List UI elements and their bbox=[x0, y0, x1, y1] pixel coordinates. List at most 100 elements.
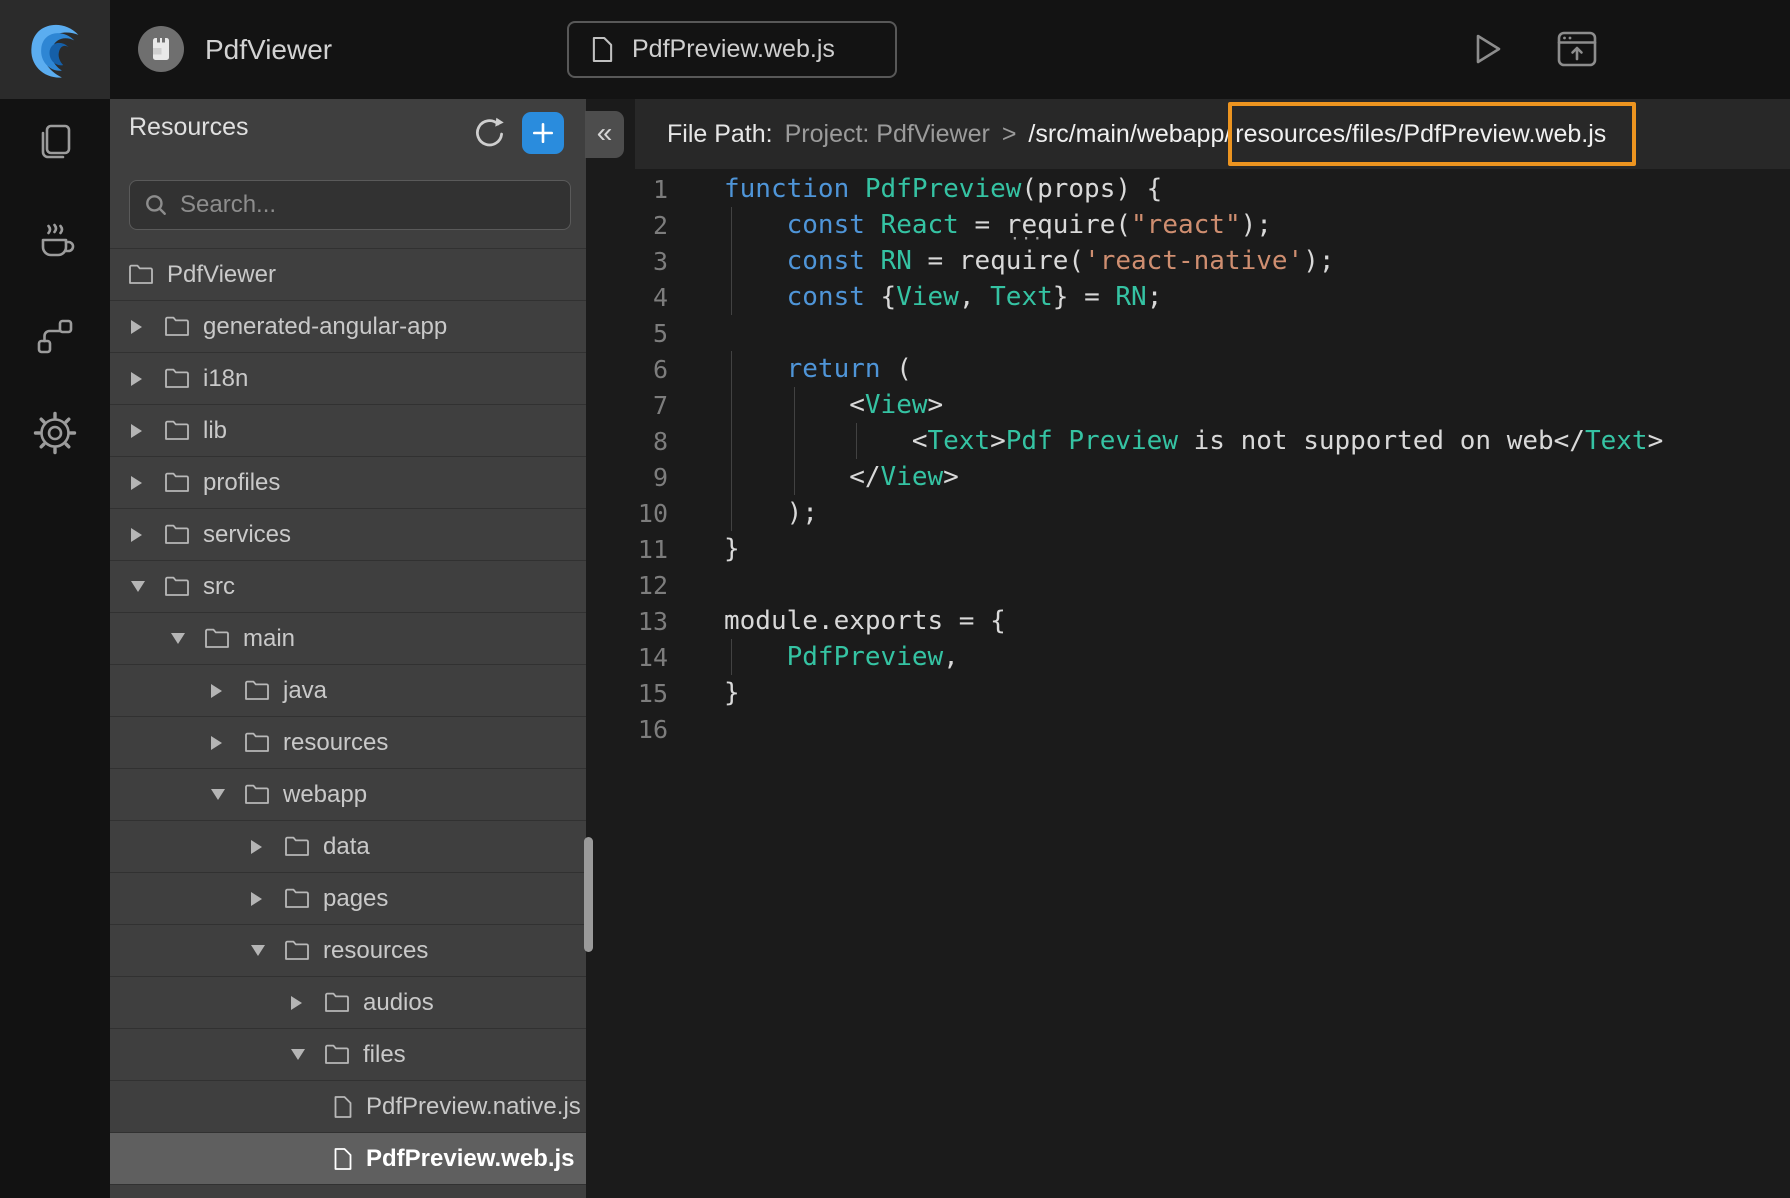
settings-gear-icon bbox=[33, 411, 77, 455]
code-line[interactable]: 3 const RN = require('react-native'); bbox=[586, 243, 1790, 279]
folder-icon bbox=[164, 472, 190, 493]
code-line[interactable]: 7 <View> bbox=[586, 387, 1790, 423]
tree-row[interactable]: webapp bbox=[110, 769, 586, 821]
indent-guide bbox=[731, 459, 732, 495]
tree-row[interactable]: PdfPreview.web.js bbox=[110, 1133, 586, 1185]
file-icon bbox=[333, 1147, 353, 1171]
code-editor[interactable]: 1function PdfPreview(props) {2 const Rea… bbox=[586, 169, 1790, 1198]
chevron-down-icon[interactable] bbox=[251, 945, 284, 956]
tree-item-label: profiles bbox=[203, 469, 280, 497]
publish-button[interactable] bbox=[1554, 26, 1600, 72]
chevron-down-icon[interactable] bbox=[171, 633, 204, 644]
chevron-right-icon[interactable] bbox=[291, 996, 324, 1010]
add-resource-button[interactable] bbox=[522, 112, 564, 154]
line-number: 13 bbox=[586, 607, 680, 636]
code-line[interactable]: 11} bbox=[586, 531, 1790, 567]
folder-icon bbox=[164, 576, 190, 597]
resource-tree: PdfViewergenerated-angular-appi18nlib pro… bbox=[110, 248, 586, 1198]
tree-row[interactable]: generated-angular-app bbox=[110, 301, 586, 353]
sidebar-item-documents[interactable] bbox=[33, 120, 77, 164]
tree-row[interactable]: audios bbox=[110, 977, 586, 1029]
chevron-right-icon[interactable] bbox=[211, 736, 244, 750]
wave-logo-icon bbox=[22, 17, 88, 83]
line-number: 1 bbox=[586, 175, 680, 204]
code-line[interactable]: 16 bbox=[586, 711, 1790, 747]
code-line[interactable]: 15} bbox=[586, 675, 1790, 711]
refresh-button[interactable] bbox=[471, 114, 509, 152]
sidebar-item-java[interactable] bbox=[33, 217, 77, 261]
tree-row[interactable]: profiles bbox=[110, 457, 586, 509]
code-line[interactable]: 6 return ( bbox=[586, 351, 1790, 387]
code-line[interactable]: 5 bbox=[586, 315, 1790, 351]
tree-row[interactable]: resources bbox=[110, 717, 586, 769]
tree-item-label: audios bbox=[363, 989, 434, 1017]
indent-guide bbox=[731, 279, 732, 315]
code-line[interactable]: 9 </View> bbox=[586, 459, 1790, 495]
chevron-right-icon[interactable] bbox=[251, 840, 284, 854]
tree-row[interactable]: data bbox=[110, 821, 586, 873]
editor-area: File Path: Project: PdfViewer > /src/mai… bbox=[586, 99, 1790, 1198]
line-number: 2 bbox=[586, 211, 680, 240]
search-box bbox=[129, 180, 571, 230]
chevron-right-icon[interactable] bbox=[131, 424, 164, 438]
tree-row[interactable]: PdfViewer bbox=[110, 249, 586, 301]
chevron-down-icon[interactable] bbox=[211, 789, 244, 800]
code-text: module.exports = { bbox=[680, 603, 1790, 639]
code-text bbox=[680, 315, 1790, 351]
code-text: const {View, Text} = RN; bbox=[680, 279, 1790, 315]
sidebar-item-flows[interactable] bbox=[33, 314, 77, 358]
sidebar-item-settings[interactable] bbox=[33, 411, 77, 455]
code-line[interactable]: 2 const React = require("react"); bbox=[586, 207, 1790, 243]
run-button[interactable] bbox=[1466, 29, 1506, 69]
indent-guide bbox=[794, 459, 795, 495]
tree-scrollbar-thumb[interactable] bbox=[584, 837, 593, 952]
topbar: PdfViewer PdfPreview.web.js bbox=[0, 0, 1790, 99]
line-number: 15 bbox=[586, 679, 680, 708]
folder-icon bbox=[284, 836, 310, 857]
tree-row[interactable]: src bbox=[110, 561, 586, 613]
documents-icon bbox=[33, 120, 77, 164]
folder-icon bbox=[284, 888, 310, 909]
code-line[interactable]: 14 PdfPreview, bbox=[586, 639, 1790, 675]
chevron-right-icon[interactable] bbox=[131, 372, 164, 386]
tree-row[interactable]: lib bbox=[110, 405, 586, 457]
code-line[interactable]: 4 const {View, Text} = RN; bbox=[586, 279, 1790, 315]
tree-row[interactable]: pages bbox=[110, 873, 586, 925]
folder-icon bbox=[164, 316, 190, 337]
tree-row[interactable]: main bbox=[110, 613, 586, 665]
code-line[interactable]: 1function PdfPreview(props) { bbox=[586, 171, 1790, 207]
chevron-right-icon[interactable] bbox=[131, 528, 164, 542]
search-icon bbox=[144, 193, 168, 217]
tree-item-label: main bbox=[243, 625, 295, 653]
chevron-right-icon[interactable] bbox=[251, 892, 284, 906]
indent-guide bbox=[794, 423, 795, 459]
code-line[interactable]: 13module.exports = { bbox=[586, 603, 1790, 639]
refresh-icon bbox=[471, 114, 509, 152]
open-file-tab[interactable]: PdfPreview.web.js bbox=[567, 21, 897, 78]
tree-row[interactable]: java bbox=[110, 665, 586, 717]
chevron-down-icon[interactable] bbox=[291, 1049, 324, 1060]
chevron-right-icon[interactable] bbox=[131, 320, 164, 334]
left-icon-rail bbox=[0, 99, 110, 1198]
product-logo[interactable] bbox=[0, 0, 110, 99]
line-number: 12 bbox=[586, 571, 680, 600]
page-title: PdfViewer bbox=[205, 0, 332, 99]
tree-row[interactable]: services bbox=[110, 509, 586, 561]
collapse-panel-button[interactable]: « bbox=[585, 111, 624, 158]
tree-row[interactable]: files bbox=[110, 1029, 586, 1081]
code-line[interactable]: 10 ); bbox=[586, 495, 1790, 531]
code-text: ); bbox=[680, 495, 1790, 531]
file-path-label: File Path: bbox=[667, 120, 773, 149]
folder-icon bbox=[324, 1044, 350, 1065]
tree-row[interactable]: i18n bbox=[110, 353, 586, 405]
code-line[interactable]: 8 <Text>Pdf Preview is not supported on … bbox=[586, 423, 1790, 459]
tree-row[interactable]: PdfPreview.native.js bbox=[110, 1081, 586, 1133]
search-input[interactable] bbox=[180, 191, 556, 219]
indent-guide bbox=[731, 243, 732, 279]
chevron-right-icon[interactable] bbox=[211, 684, 244, 698]
line-number: 11 bbox=[586, 535, 680, 564]
chevron-right-icon[interactable] bbox=[131, 476, 164, 490]
chevron-down-icon[interactable] bbox=[131, 581, 164, 592]
tree-row[interactable]: resources bbox=[110, 925, 586, 977]
code-line[interactable]: 12 bbox=[586, 567, 1790, 603]
